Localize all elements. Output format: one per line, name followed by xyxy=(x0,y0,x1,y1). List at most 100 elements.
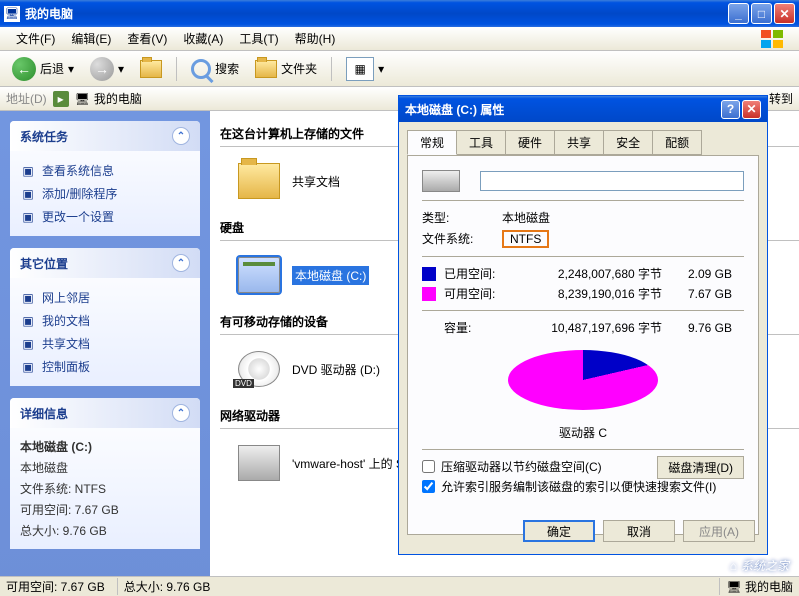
link-add-remove[interactable]: ▣添加/删除程序 xyxy=(20,182,190,205)
control-panel-icon: ▣ xyxy=(20,359,36,375)
ok-button[interactable]: 确定 xyxy=(523,520,595,542)
capacity-bytes: 10,487,197,696 字节 xyxy=(522,319,662,336)
forward-button[interactable]: → ▾ xyxy=(84,55,130,83)
item-label: 本地磁盘 (C:) xyxy=(292,266,369,285)
tab-security[interactable]: 安全 xyxy=(603,130,653,155)
hdd-icon xyxy=(238,257,280,293)
panel-title: 系统任务 xyxy=(20,128,68,145)
network-icon: ▣ xyxy=(20,290,36,306)
dialog-title: 本地磁盘 (C:) 属性 xyxy=(405,101,504,118)
dialog-close-button[interactable]: ✕ xyxy=(742,100,761,119)
separator xyxy=(422,256,744,257)
search-button[interactable]: 搜索 xyxy=(185,57,245,81)
windows-logo-icon xyxy=(755,29,791,49)
panel-details: 详细信息 ⌃ 本地磁盘 (C:) 本地磁盘 文件系统: NTFS 可用空间: 7… xyxy=(10,398,200,549)
info-icon: ▣ xyxy=(20,163,36,179)
window-icon: 🖥 xyxy=(4,6,20,22)
maximize-button[interactable]: □ xyxy=(751,3,772,24)
menu-tools[interactable]: 工具(T) xyxy=(231,30,286,47)
titlebar: 🖥 我的电脑 _ □ ✕ xyxy=(0,0,799,27)
tab-hardware[interactable]: 硬件 xyxy=(505,130,555,155)
panel-system-tasks: 系统任务 ⌃ ▣查看系统信息 ▣添加/删除程序 ▣更改一个设置 xyxy=(10,121,200,236)
menu-file[interactable]: 文件(F) xyxy=(8,30,63,47)
separator xyxy=(422,449,744,450)
type-value: 本地磁盘 xyxy=(502,209,550,226)
menu-edit[interactable]: 编辑(E) xyxy=(63,30,119,47)
back-button[interactable]: ← 后退 ▾ xyxy=(6,55,80,83)
panel-other-places: 其它位置 ⌃ ▣网上邻居 ▣我的文档 ▣共享文档 ▣控制面板 xyxy=(10,248,200,386)
apply-button[interactable]: 应用(A) xyxy=(683,520,755,542)
link-system-info[interactable]: ▣查看系统信息 xyxy=(20,159,190,182)
used-gb: 2.09 GB xyxy=(662,267,732,281)
detail-name: 本地磁盘 (C:) xyxy=(20,440,92,454)
menu-favorites[interactable]: 收藏(A) xyxy=(175,30,231,47)
minimize-button[interactable]: _ xyxy=(728,3,749,24)
menu-help[interactable]: 帮助(H) xyxy=(287,30,344,47)
status-free: 可用空间: 7.67 GB xyxy=(6,578,105,595)
item-label: 共享文档 xyxy=(292,173,340,190)
menu-view[interactable]: 查看(V) xyxy=(119,30,175,47)
close-button[interactable]: ✕ xyxy=(774,3,795,24)
separator xyxy=(422,310,744,311)
link-network[interactable]: ▣网上邻居 xyxy=(20,286,190,309)
tab-sharing[interactable]: 共享 xyxy=(554,130,604,155)
chevron-down-icon: ▾ xyxy=(118,62,124,76)
search-label: 搜索 xyxy=(215,60,239,77)
volume-label-input[interactable] xyxy=(480,171,744,191)
up-button[interactable] xyxy=(134,58,168,80)
chevron-down-icon: ▾ xyxy=(378,62,384,76)
toolbar-separator xyxy=(331,57,332,81)
free-label: 可用空间: xyxy=(444,285,522,302)
sidebar: 系统任务 ⌃ ▣查看系统信息 ▣添加/删除程序 ▣更改一个设置 其它位置 ⌃ ▣… xyxy=(0,111,210,596)
folder-icon xyxy=(238,163,280,199)
link-my-docs[interactable]: ▣我的文档 xyxy=(20,309,190,332)
free-color-swatch xyxy=(422,287,436,301)
compress-checkbox[interactable] xyxy=(422,460,435,473)
watermark: ⌂ 系统之家 xyxy=(730,557,789,574)
back-icon: ← xyxy=(12,57,36,81)
chevron-up-icon: ⌃ xyxy=(172,127,190,145)
index-checkbox-label[interactable]: 允许索引服务编制该磁盘的索引以便快速搜索文件(I) xyxy=(422,478,744,495)
folders-button[interactable]: 文件夹 xyxy=(249,58,323,80)
fs-label: 文件系统: xyxy=(422,230,502,248)
free-bytes: 8,239,190,016 字节 xyxy=(522,285,662,302)
status-total: 总大小: 9.76 GB xyxy=(117,578,211,595)
link-change-setting[interactable]: ▣更改一个设置 xyxy=(20,205,190,228)
disk-cleanup-button[interactable]: 磁盘清理(D) xyxy=(657,456,744,479)
folder-up-icon xyxy=(140,60,162,78)
views-icon: ▦ xyxy=(346,57,374,81)
panel-header[interactable]: 其它位置 ⌃ xyxy=(10,248,200,278)
fs-value: NTFS xyxy=(502,230,549,248)
menubar: 文件(F) 编辑(E) 查看(V) 收藏(A) 工具(T) 帮助(H) xyxy=(0,27,799,51)
panel-header[interactable]: 系统任务 ⌃ xyxy=(10,121,200,151)
house-icon: ⌂ xyxy=(730,559,737,573)
cancel-button[interactable]: 取消 xyxy=(603,520,675,542)
dialog-buttons: 确定 取消 应用(A) xyxy=(523,520,755,542)
views-button[interactable]: ▦ ▾ xyxy=(340,55,390,83)
tab-tools[interactable]: 工具 xyxy=(456,130,506,155)
folder-icon: ▣ xyxy=(20,313,36,329)
index-checkbox[interactable] xyxy=(422,480,435,493)
pie-label: 驱动器 C xyxy=(422,424,744,441)
detail-type: 本地磁盘 xyxy=(20,457,190,478)
capacity-label: 容量: xyxy=(444,319,522,336)
detail-fs: 文件系统: NTFS xyxy=(20,478,190,499)
tab-general[interactable]: 常规 xyxy=(407,130,457,155)
tab-quota[interactable]: 配额 xyxy=(652,130,702,155)
address-label: 地址(D) xyxy=(6,90,47,107)
used-color-swatch xyxy=(422,267,436,281)
address-go-icon[interactable]: ▸ xyxy=(53,91,69,107)
link-control-panel[interactable]: ▣控制面板 xyxy=(20,355,190,378)
link-shared-docs[interactable]: ▣共享文档 xyxy=(20,332,190,355)
chevron-up-icon: ⌃ xyxy=(172,404,190,422)
address-location[interactable]: 🖥 我的电脑 xyxy=(75,90,142,107)
folder-icon: ▣ xyxy=(20,336,36,352)
toolbar-separator xyxy=(176,57,177,81)
status-location: 🖥 我的电脑 xyxy=(719,578,793,595)
help-button[interactable]: ? xyxy=(721,100,740,119)
network-drive-icon xyxy=(238,445,280,481)
tab-strip: 常规 工具 硬件 共享 安全 配额 xyxy=(399,122,767,155)
detail-free: 可用空间: 7.67 GB xyxy=(20,499,190,520)
panel-header[interactable]: 详细信息 ⌃ xyxy=(10,398,200,428)
panel-title: 其它位置 xyxy=(20,255,68,272)
